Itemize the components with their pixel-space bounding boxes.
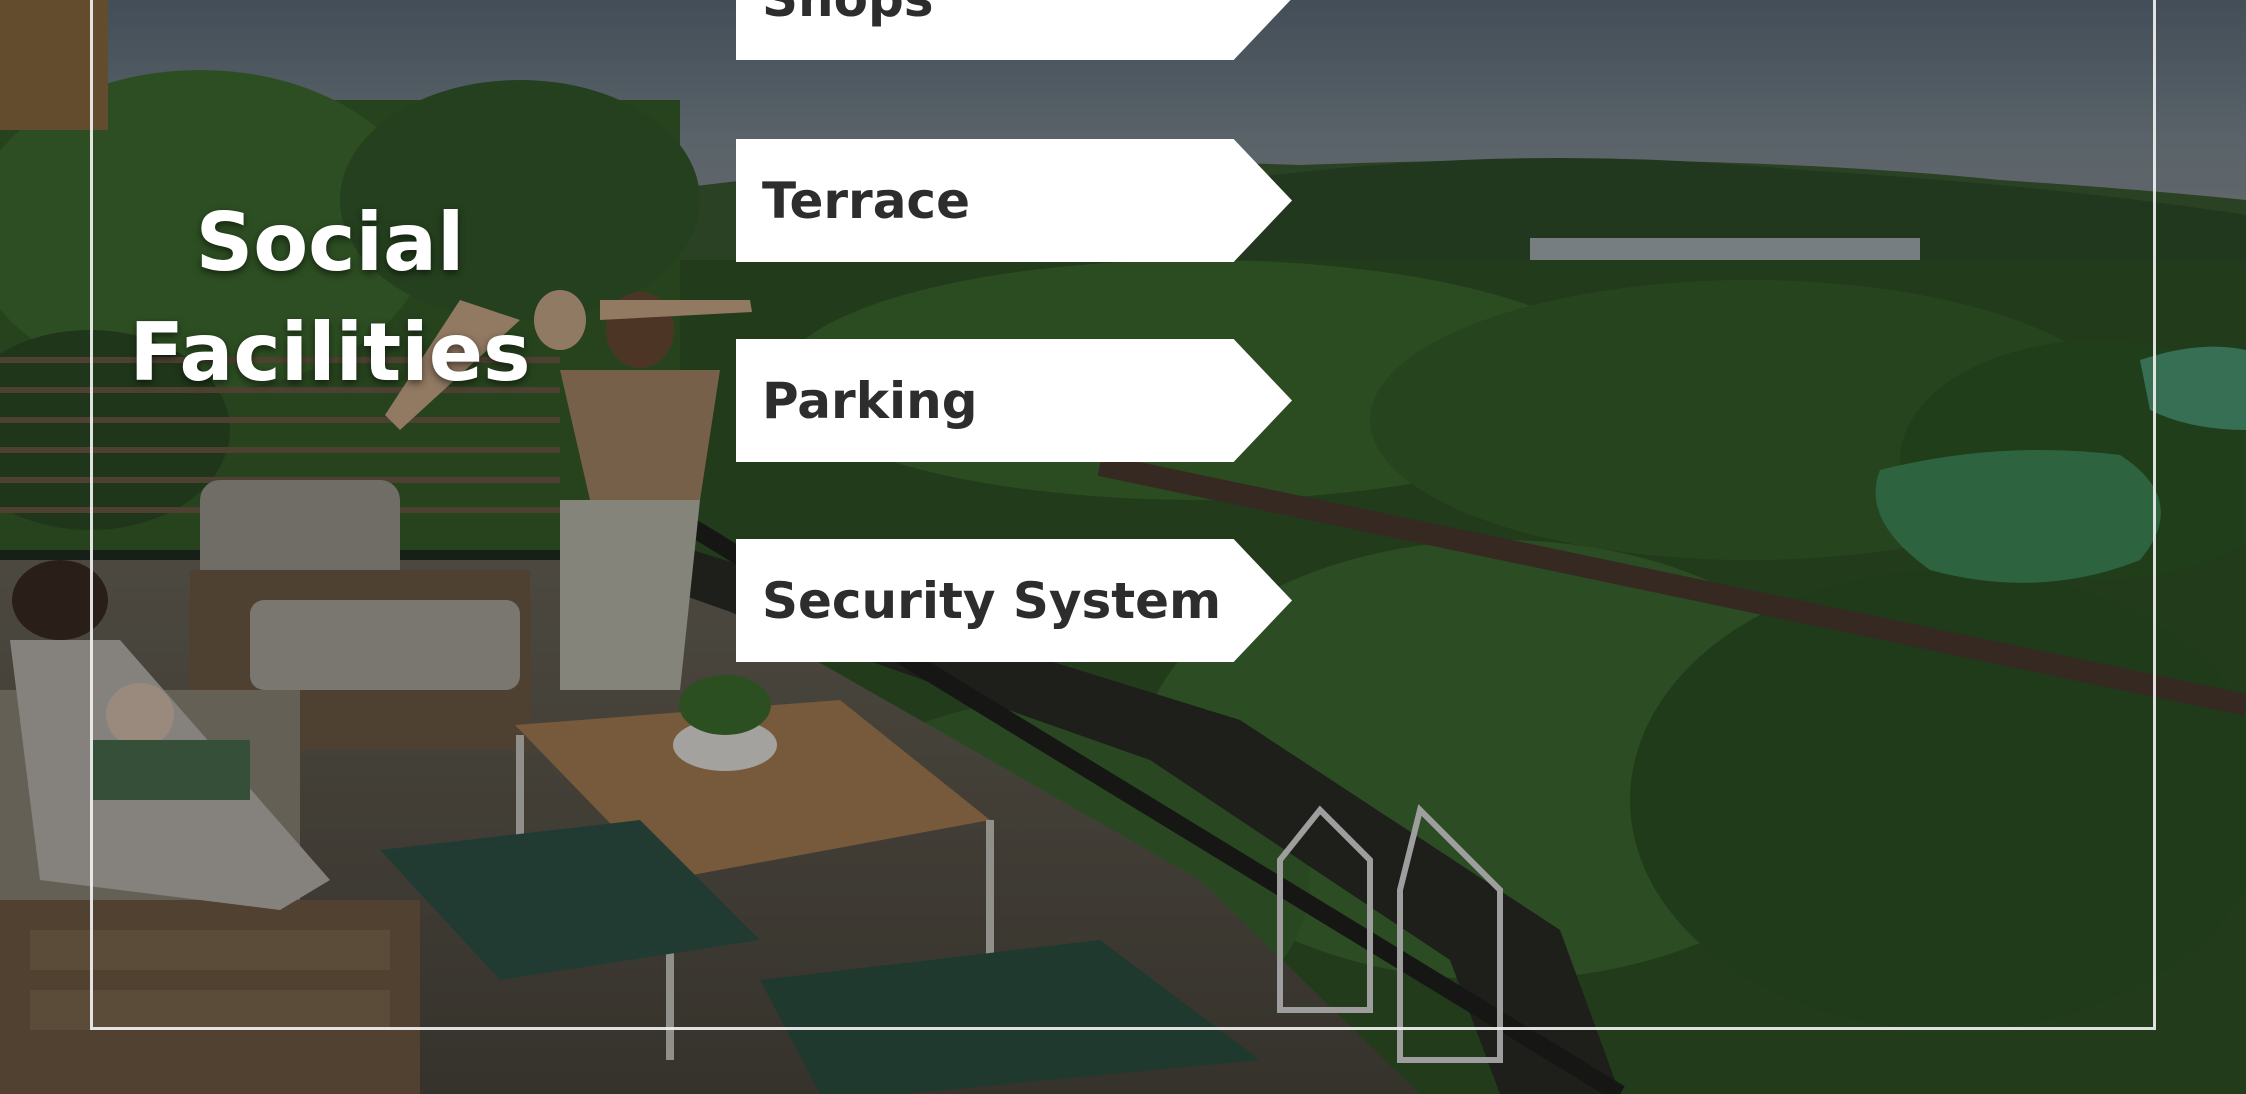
facility-tag-shops: Shops <box>736 0 1292 60</box>
facility-tag-parking: Parking <box>736 339 1292 462</box>
facility-tag-security-system: Security System <box>736 539 1292 662</box>
section-title: Social Facilities <box>120 188 540 408</box>
title-line-2: Facilities <box>129 306 531 399</box>
facility-tag-terrace: Terrace <box>736 139 1292 262</box>
slide: Social Facilities Shops Terrace Parking … <box>0 0 2246 1094</box>
title-line-1: Social <box>195 196 465 289</box>
